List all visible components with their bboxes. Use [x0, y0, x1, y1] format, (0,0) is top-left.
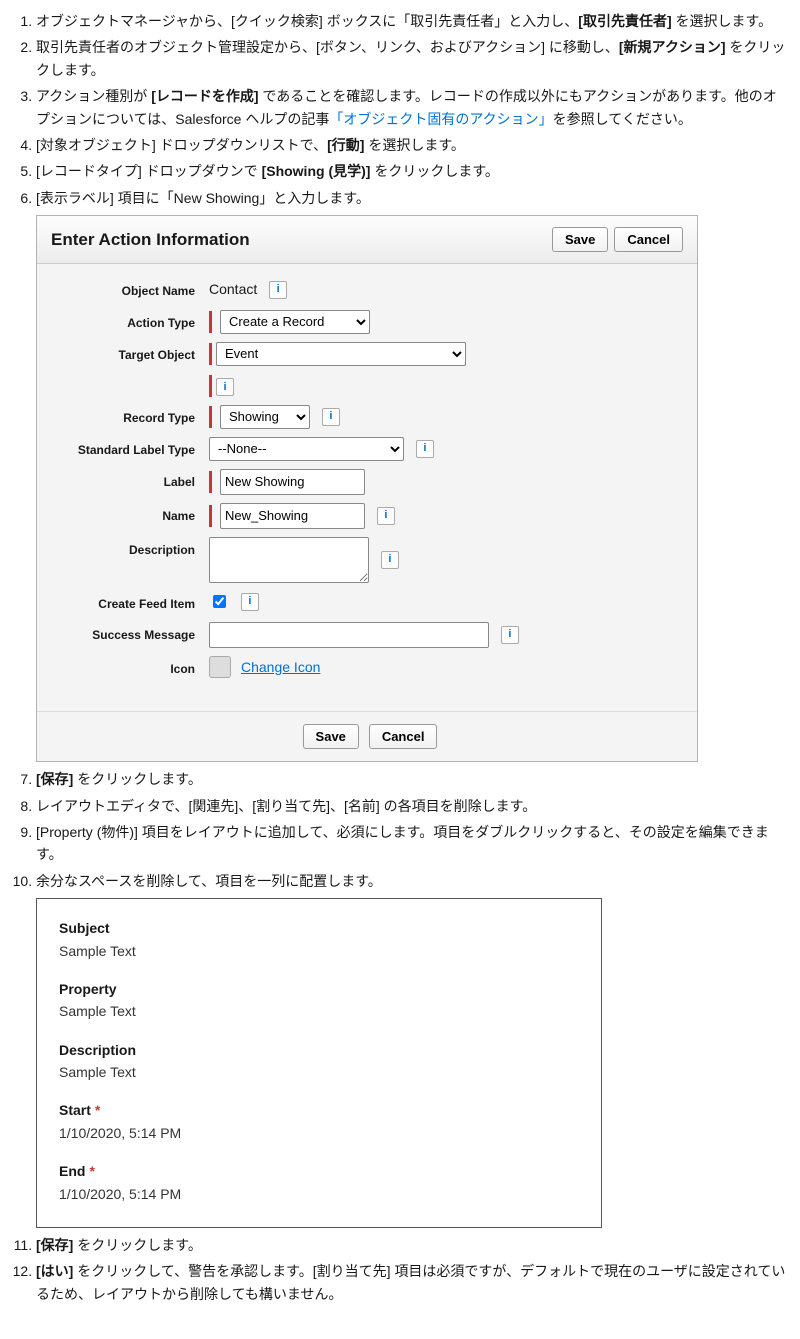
info-icon[interactable]: i — [241, 593, 259, 611]
label-create-feed: Create Feed Item — [55, 591, 209, 614]
step-10: 余分なスペースを削除して、項目を一列に配置します。 Subject Sample… — [36, 870, 790, 1228]
label-record-type: Record Type — [55, 405, 209, 428]
info-icon[interactable]: i — [501, 626, 519, 644]
step-8: レイアウトエディタで、[関連先]、[割り当て先]、[名前] の各項目を削除します… — [36, 795, 790, 817]
layout-description-label: Description — [59, 1039, 579, 1061]
info-icon[interactable]: i — [269, 281, 287, 299]
layout-end-label: End — [59, 1163, 85, 1179]
select-action-type[interactable]: Create a Record — [220, 310, 370, 334]
step-9: [Property (物件)] 項目をレイアウトに追加して、必須にします。項目を… — [36, 821, 790, 866]
required-star-icon: * — [95, 1102, 100, 1118]
select-target-object[interactable]: Event — [216, 342, 466, 366]
step-4: [対象オブジェクト] ドロップダウンリストで、[行動] を選択します。 — [36, 134, 790, 156]
step-6: [表示ラベル] 項目に「New Showing」と入力します。 Enter Ac… — [36, 187, 790, 762]
select-std-label-type[interactable]: --None-- — [209, 437, 404, 461]
layout-start-value: 1/10/2020, 5:14 PM — [59, 1122, 579, 1144]
label-std-label-type: Standard Label Type — [55, 437, 209, 460]
step-3: アクション種別が [レコードを作成] であることを確認します。レコードの作成以外… — [36, 85, 790, 130]
change-icon-link[interactable]: Change Icon — [241, 656, 320, 678]
layout-end-value: 1/10/2020, 5:14 PM — [59, 1183, 579, 1205]
input-label[interactable] — [220, 469, 365, 495]
layout-subject-value: Sample Text — [59, 940, 579, 962]
layout-start-label: Start — [59, 1102, 91, 1118]
checkbox-create-feed[interactable] — [213, 595, 226, 608]
cancel-button-bottom[interactable]: Cancel — [369, 724, 438, 749]
step-2: 取引先責任者のオブジェクト管理設定から、[ボタン、リンク、およびアクション] に… — [36, 36, 790, 81]
info-icon[interactable]: i — [216, 378, 234, 396]
step-1: オブジェクトマネージャから、[クイック検索] ボックスに「取引先責任者」と入力し… — [36, 10, 790, 32]
step-12: [はい] をクリックして、警告を承認します。[割り当て先] 項目は必須ですが、デ… — [36, 1260, 790, 1305]
input-name[interactable] — [220, 503, 365, 529]
label-action-type: Action Type — [55, 310, 209, 333]
label-success-msg: Success Message — [55, 622, 209, 645]
input-success-msg[interactable] — [209, 622, 489, 648]
save-button-top[interactable]: Save — [552, 227, 608, 252]
action-icon — [209, 656, 231, 678]
info-icon[interactable]: i — [416, 440, 434, 458]
dialog-title: Enter Action Information — [51, 226, 546, 253]
step-11: [保存] をクリックします。 — [36, 1234, 790, 1256]
cancel-button-top[interactable]: Cancel — [614, 227, 683, 252]
save-button-bottom[interactable]: Save — [303, 724, 359, 749]
help-link[interactable]: 「オブジェクト固有のアクション」 — [329, 111, 552, 127]
info-icon[interactable]: i — [377, 507, 395, 525]
label-label: Label — [55, 469, 209, 492]
label-icon: Icon — [55, 656, 209, 679]
info-icon[interactable]: i — [381, 551, 399, 569]
layout-preview: Subject Sample Text Property Sample Text… — [36, 898, 602, 1228]
step-7: [保存] をクリックします。 — [36, 768, 790, 790]
label-target-object: Target Object — [55, 342, 209, 365]
label-name: Name — [55, 503, 209, 526]
textarea-description[interactable] — [209, 537, 369, 583]
layout-subject-label: Subject — [59, 917, 579, 939]
action-dialog: Enter Action Information Save Cancel Obj… — [36, 215, 698, 762]
label-object-name: Object Name — [55, 278, 209, 301]
layout-property-value: Sample Text — [59, 1000, 579, 1022]
label-description: Description — [55, 537, 209, 560]
value-object-name: Contact — [209, 278, 257, 300]
layout-property-label: Property — [59, 978, 579, 1000]
info-icon[interactable]: i — [322, 408, 340, 426]
step-5: [レコードタイプ] ドロップダウンで [Showing (見学)] をクリックし… — [36, 160, 790, 182]
required-star-icon: * — [89, 1163, 94, 1179]
select-record-type[interactable]: Showing — [220, 405, 310, 429]
layout-description-value: Sample Text — [59, 1061, 579, 1083]
